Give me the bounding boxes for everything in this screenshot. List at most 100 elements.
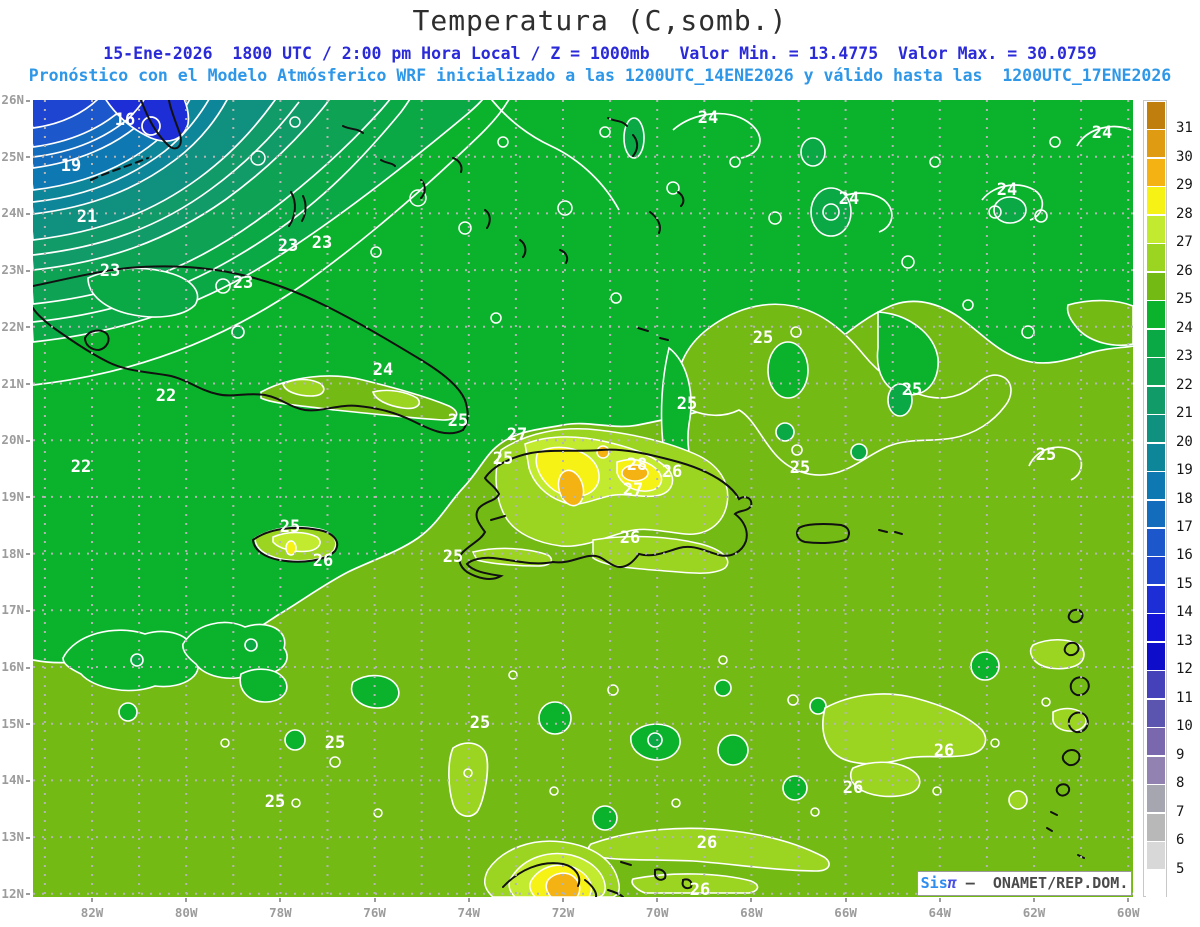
lon-tick-label: 72W [551, 905, 575, 920]
colorbar-label: 12 [1176, 661, 1193, 678]
contour-label: 26 [620, 528, 640, 548]
colorbar-cell [1146, 727, 1166, 757]
lat-tick-label: 23N [0, 262, 30, 277]
contour-label: 21 [77, 207, 97, 227]
contour-label: 26 [313, 551, 333, 571]
colorbar-label: 27 [1176, 234, 1193, 251]
lat-tick-label: 12N [0, 886, 30, 901]
contour-label: 24 [997, 180, 1017, 200]
lon-tick [467, 898, 470, 902]
colorbar-cell [1146, 641, 1166, 671]
colorbar-label: 7 [1176, 803, 1185, 820]
colorbar-cell [1146, 698, 1166, 728]
colorbar-cell [1146, 101, 1166, 130]
colorbar-cell [1146, 527, 1166, 557]
weather-chart-page: Temperatura (C,somb.) 15-Ene-2026 1800 U… [0, 0, 1200, 927]
lon-tick-label: 74W [457, 905, 481, 920]
colorbar-label: 20 [1176, 433, 1193, 450]
contour-label: 23 [233, 273, 253, 293]
lat-tick-label: 19N [0, 489, 30, 504]
lon-tick [279, 898, 282, 902]
colorbar-cell [1146, 157, 1166, 187]
colorbar-label: 10 [1176, 718, 1193, 735]
colorbar-label: 30 [1176, 148, 1193, 165]
contour-label: 22 [71, 457, 91, 477]
lat-tick-label: 26N [0, 92, 30, 107]
contour-label: 25 [493, 449, 513, 469]
colorbar-label: 23 [1176, 348, 1193, 365]
colorbar-cell [1146, 271, 1166, 301]
lon-tick-label: 64W [928, 905, 952, 920]
lon-tick-label: 82W [80, 905, 104, 920]
contour-label: 25 [280, 517, 300, 537]
lat-tick-label: 16N [0, 659, 30, 674]
contour-label: 24 [839, 189, 859, 209]
contour-label: 25 [443, 547, 463, 567]
contour-label: 27 [623, 480, 643, 500]
colorbar-label: 14 [1176, 604, 1193, 621]
lat-tick-label: 24N [0, 205, 30, 220]
contour-label: 24 [698, 108, 718, 128]
colorbar-cell [1146, 328, 1166, 358]
contour-label: 25 [902, 380, 922, 400]
contour-label: 25 [753, 328, 773, 348]
colorbar-cell [1146, 442, 1166, 472]
contour-label: 24 [1092, 123, 1112, 143]
lon-tick-label: 60W [1116, 905, 1140, 920]
lat-tick-label: 20N [0, 432, 30, 447]
watermark: Sisπ – ONAMET/REP.DOM. [917, 871, 1132, 896]
colorbar-label: 5 [1176, 860, 1185, 877]
contour-label: 25 [265, 792, 285, 812]
contour-label: 23 [278, 236, 298, 256]
subtitle-model: Pronóstico con el Modelo Atmósferico WRF… [28, 66, 1172, 85]
colorbar-cell [1146, 243, 1166, 273]
colorbar-cell [1146, 755, 1166, 785]
colorbar-cell [1146, 385, 1166, 415]
colorbar-cell [1146, 784, 1166, 814]
lat-tick-label: 22N [0, 319, 30, 334]
colorbar-label: 29 [1176, 177, 1193, 194]
contour-label: 25 [677, 394, 697, 414]
colorbar-label: 11 [1176, 689, 1193, 706]
colorbar-cell [1146, 841, 1166, 871]
colorbar-cell [1146, 869, 1166, 899]
colorbar-label: 6 [1176, 832, 1185, 849]
colorbar-label: 16 [1176, 547, 1193, 564]
lon-tick [1127, 898, 1130, 902]
colorbar-cell [1146, 584, 1166, 614]
lat-tick-label: 18N [0, 546, 30, 561]
lon-tick [844, 898, 847, 902]
lon-tick [656, 898, 659, 902]
colorbar-label: 25 [1176, 291, 1193, 308]
colorbar-label: 31 [1176, 120, 1193, 137]
contour-label: 24 [373, 360, 393, 380]
colorbar-label: 18 [1176, 490, 1193, 507]
lon-tick [562, 898, 564, 902]
colorbar-label: 15 [1176, 575, 1193, 592]
contour-label: 26 [934, 741, 954, 761]
contour-label: 19 [61, 156, 81, 176]
contour-label: 23 [100, 261, 120, 281]
colorbar-label: 22 [1176, 376, 1193, 393]
colorbar-cell [1146, 129, 1166, 159]
colorbar-cell [1146, 471, 1166, 500]
lon-tick-label: 70W [645, 905, 669, 920]
colorbar-cell [1146, 812, 1166, 842]
colorbar-label: 21 [1176, 405, 1193, 422]
lon-tick [1033, 898, 1035, 902]
contour-label: 26 [843, 778, 863, 798]
contour-label: 25 [325, 733, 345, 753]
lon-tick-label: 80W [174, 905, 198, 920]
lat-tick-label: 15N [0, 716, 30, 731]
page-title: Temperatura (C,somb.) [412, 4, 788, 37]
colorbar-cell [1146, 556, 1166, 586]
contour-label: 23 [312, 233, 332, 253]
contour-label: 25 [470, 713, 490, 733]
lat-tick-label: 13N [0, 829, 30, 844]
colorbar-cell [1146, 613, 1166, 643]
lon-tick [938, 898, 941, 902]
lon-tick-label: 66W [834, 905, 857, 920]
contour-label: 26 [697, 833, 717, 853]
watermark-suffix: – ONAMET/REP.DOM. [956, 874, 1129, 892]
colorbar-cell [1146, 499, 1166, 529]
